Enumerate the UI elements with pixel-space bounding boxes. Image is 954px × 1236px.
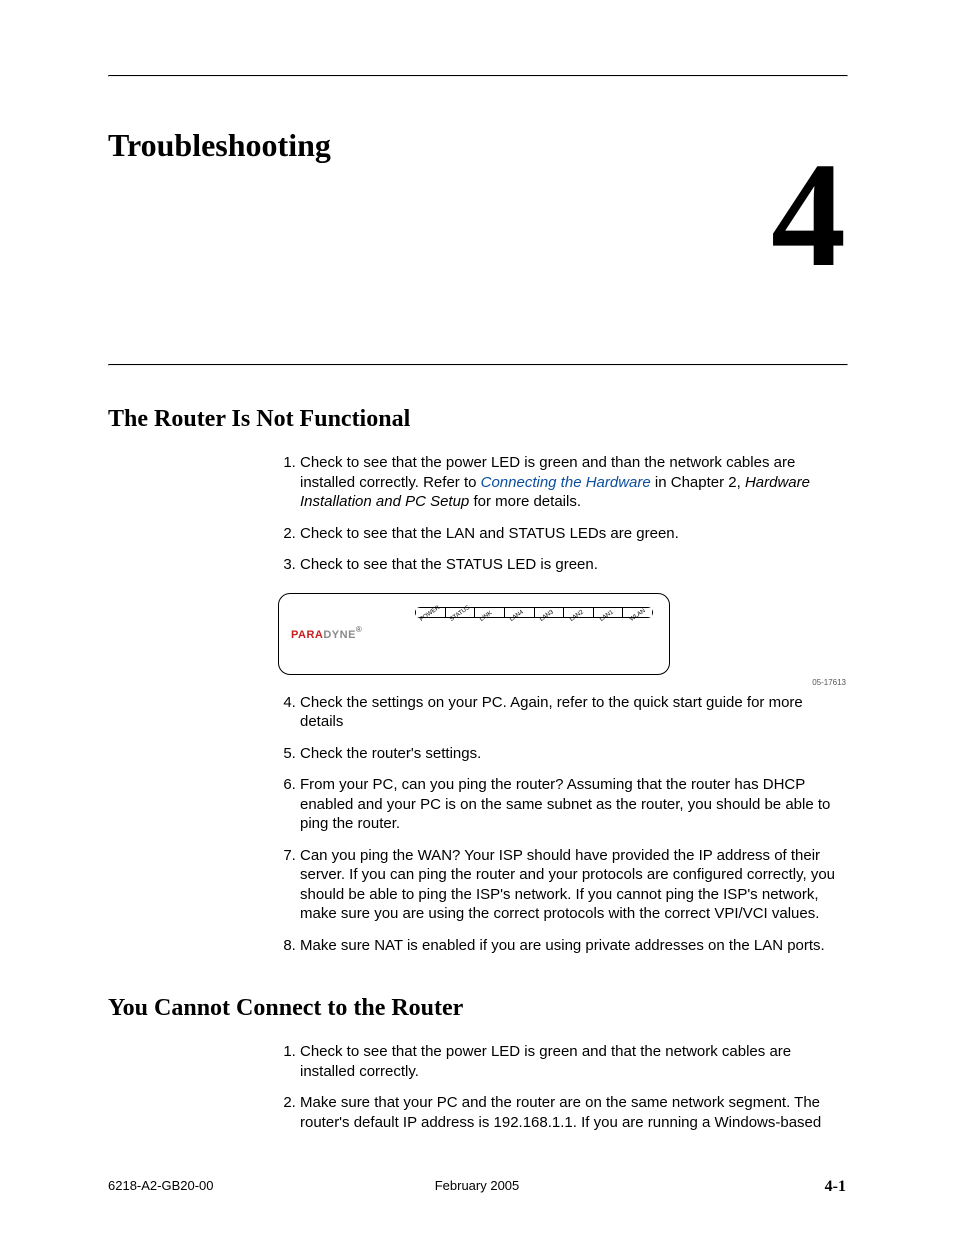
led-labels: POWER STATUS LINK LAN4 LAN3 LAN2 LAN1 WL… — [415, 618, 653, 638]
section-heading-router-not-functional: The Router Is Not Functional — [108, 406, 846, 433]
section2-steps: Check to see that the power LED is green… — [278, 1042, 846, 1132]
page-footer: 6218-A2-GB20-00 February 2005 4-1 — [108, 1178, 846, 1196]
step-8: Make sure NAT is enabled if you are usin… — [300, 936, 846, 956]
s2-step-1: Check to see that the power LED is green… — [300, 1042, 846, 1081]
step-1-text-e: for more details. — [469, 493, 581, 510]
section1-content: Check to see that the power LED is green… — [278, 453, 846, 955]
figure-id: 05-17613 — [812, 678, 846, 688]
router-outline: PARADYNE® POWER STATUS LINK LAN4 — [278, 593, 670, 675]
logo-grey: DYNE — [323, 629, 356, 641]
s2-step-2: Make sure that your PC and the router ar… — [300, 1093, 846, 1132]
footer-date: February 2005 — [108, 1178, 846, 1193]
step-7: Can you ping the WAN? Your ISP should ha… — [300, 846, 846, 924]
router-front-panel-figure: PARADYNE® POWER STATUS LINK LAN4 — [278, 593, 846, 675]
section1-steps: Check to see that the power LED is green… — [278, 453, 846, 575]
chapter-number: 4 — [771, 140, 846, 290]
section1-steps-cont: Check the settings on your PC. Again, re… — [278, 693, 846, 956]
step-1-text-c: in Chapter 2, — [651, 474, 745, 491]
step-3: Check to see that the STATUS LED is gree… — [300, 555, 846, 575]
paradyne-logo: PARADYNE® — [291, 624, 362, 644]
link-connecting-hardware[interactable]: Connecting the Hardware — [481, 474, 651, 491]
step-1: Check to see that the power LED is green… — [300, 453, 846, 512]
step-6: From your PC, can you ping the router? A… — [300, 775, 846, 834]
logo-red: PARA — [291, 629, 323, 641]
logo-reg: ® — [356, 625, 362, 634]
chapter-title: Troubleshooting — [108, 127, 846, 164]
top-rule — [108, 75, 848, 77]
step-5: Check the router's settings. — [300, 744, 846, 764]
section-heading-cannot-connect: You Cannot Connect to the Router — [108, 995, 846, 1022]
mid-rule — [108, 364, 848, 366]
step-4: Check the settings on your PC. Again, re… — [300, 693, 846, 732]
step-2: Check to see that the LAN and STATUS LED… — [300, 524, 846, 544]
section2-content: Check to see that the power LED is green… — [278, 1042, 846, 1132]
